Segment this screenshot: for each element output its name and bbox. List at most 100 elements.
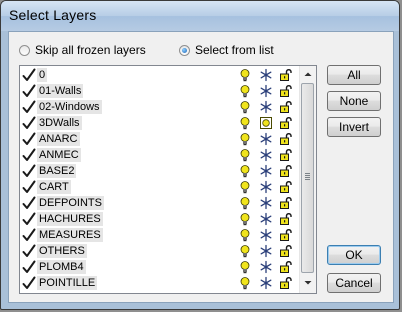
snowflake-icon[interactable]	[259, 244, 273, 258]
layer-row[interactable]: ANARC	[20, 131, 300, 147]
select-from-list-label: Select from list	[195, 43, 274, 57]
scroll-up-arrow-icon[interactable]	[300, 66, 316, 82]
layer-name: MEASURES	[37, 228, 103, 242]
unlocked-padlock-icon[interactable]	[279, 180, 293, 194]
layer-row[interactable]: OTHERS	[20, 243, 300, 259]
select-from-list-radio[interactable]: Select from list	[179, 42, 274, 58]
lightbulb-icon[interactable]	[238, 196, 252, 210]
layer-row[interactable]: POINTILLE	[20, 275, 300, 291]
layer-row[interactable]: HACHURES	[20, 211, 300, 227]
layer-name: 0	[37, 68, 48, 82]
snowflake-icon[interactable]	[259, 276, 273, 290]
scroll-down-arrow-icon[interactable]	[300, 275, 316, 291]
lightbulb-icon[interactable]	[238, 68, 252, 82]
layer-name: HACHURES	[37, 212, 103, 226]
checkmark-icon[interactable]	[22, 259, 36, 275]
layer-name: ANARC	[37, 132, 80, 146]
lightbulb-icon[interactable]	[238, 276, 252, 290]
snowflake-icon[interactable]	[259, 260, 273, 274]
checkmark-icon[interactable]	[22, 195, 36, 211]
layer-row[interactable]: ANMEC	[20, 147, 300, 163]
unlocked-padlock-icon[interactable]	[279, 148, 293, 162]
layer-row[interactable]: BASE2	[20, 163, 300, 179]
layer-row[interactable]: 01-Walls	[20, 83, 300, 99]
snowflake-icon[interactable]	[259, 212, 273, 226]
checkmark-icon[interactable]	[22, 163, 36, 179]
unlocked-padlock-icon[interactable]	[279, 212, 293, 226]
snowflake-icon[interactable]	[259, 196, 273, 210]
lightbulb-icon[interactable]	[238, 260, 252, 274]
dialog-title: Select Layers	[9, 7, 97, 23]
layer-row[interactable]: 02-Windows	[20, 99, 300, 115]
unlocked-padlock-icon[interactable]	[279, 100, 293, 114]
snowflake-icon[interactable]	[259, 84, 273, 98]
lightbulb-icon[interactable]	[238, 84, 252, 98]
lightbulb-icon[interactable]	[238, 164, 252, 178]
snowflake-icon[interactable]	[259, 132, 273, 146]
layer-name: PLOMB4	[37, 260, 86, 274]
checkmark-icon[interactable]	[22, 115, 36, 131]
radio-button-unselected[interactable]	[19, 44, 30, 56]
checkmark-icon[interactable]	[22, 99, 36, 115]
snowflake-icon[interactable]	[259, 148, 273, 162]
layer-row[interactable]: 3DWalls	[20, 115, 300, 131]
all-button[interactable]: All	[327, 65, 381, 85]
layer-row[interactable]: PLOMB4	[20, 259, 300, 275]
title-bar[interactable]: Select Layers	[1, 1, 399, 31]
layer-name: ANMEC	[37, 148, 81, 162]
layer-name: DEFPOINTS	[37, 196, 104, 210]
layer-name: 01-Walls	[37, 84, 84, 98]
invert-button[interactable]: Invert	[327, 117, 381, 137]
none-button[interactable]: None	[327, 91, 381, 111]
unlocked-padlock-icon[interactable]	[279, 260, 293, 274]
thumb-grip	[305, 179, 310, 180]
lightbulb-icon[interactable]	[238, 116, 252, 130]
ok-button[interactable]: OK	[327, 245, 381, 265]
lightbulb-icon[interactable]	[238, 228, 252, 242]
skip-frozen-label: Skip all frozen layers	[35, 43, 146, 57]
unlocked-padlock-icon[interactable]	[279, 68, 293, 82]
checkmark-icon[interactable]	[22, 243, 36, 259]
thumb-grip	[305, 175, 310, 176]
lightbulb-icon[interactable]	[238, 212, 252, 226]
lightbulb-icon[interactable]	[238, 180, 252, 194]
layer-row[interactable]: 0	[20, 67, 300, 83]
checkmark-icon[interactable]	[22, 131, 36, 147]
checkmark-icon[interactable]	[22, 275, 36, 291]
layer-name: BASE2	[37, 164, 77, 178]
unlocked-padlock-icon[interactable]	[279, 132, 293, 146]
checkmark-icon[interactable]	[22, 227, 36, 243]
layer-row[interactable]: DEFPOINTS	[20, 195, 300, 211]
lightbulb-icon[interactable]	[238, 132, 252, 146]
snowflake-icon[interactable]	[259, 100, 273, 114]
thumb-grip	[305, 177, 310, 178]
radio-button-selected[interactable]	[179, 44, 190, 56]
unlocked-padlock-icon[interactable]	[279, 116, 293, 130]
snowflake-icon[interactable]	[259, 180, 273, 194]
layer-row[interactable]: CART	[20, 179, 300, 195]
layer-row[interactable]: MEASURES	[20, 227, 300, 243]
lightbulb-icon[interactable]	[238, 100, 252, 114]
checkmark-icon[interactable]	[22, 179, 36, 195]
vertical-scrollbar[interactable]	[299, 66, 316, 293]
lightbulb-icon[interactable]	[238, 244, 252, 258]
checkmark-icon[interactable]	[22, 67, 36, 83]
unlocked-padlock-icon[interactable]	[279, 164, 293, 178]
layer-list[interactable]: 0 01-Walls 02-Windows 3DWalls ANARC ANMEC BASE…	[19, 65, 317, 294]
snowflake-icon[interactable]	[259, 68, 273, 82]
unlocked-padlock-icon[interactable]	[279, 196, 293, 210]
unlocked-padlock-icon[interactable]	[279, 276, 293, 290]
unlocked-padlock-icon[interactable]	[279, 244, 293, 258]
checkmark-icon[interactable]	[22, 211, 36, 227]
scrollbar-thumb[interactable]	[301, 83, 314, 273]
cancel-button[interactable]: Cancel	[327, 273, 381, 293]
lightbulb-icon[interactable]	[238, 148, 252, 162]
unlocked-padlock-icon[interactable]	[279, 228, 293, 242]
snowflake-icon[interactable]	[259, 164, 273, 178]
skip-frozen-radio[interactable]: Skip all frozen layers	[19, 42, 146, 58]
sun-icon[interactable]	[259, 116, 273, 130]
checkmark-icon[interactable]	[22, 147, 36, 163]
snowflake-icon[interactable]	[259, 228, 273, 242]
unlocked-padlock-icon[interactable]	[279, 84, 293, 98]
checkmark-icon[interactable]	[22, 83, 36, 99]
